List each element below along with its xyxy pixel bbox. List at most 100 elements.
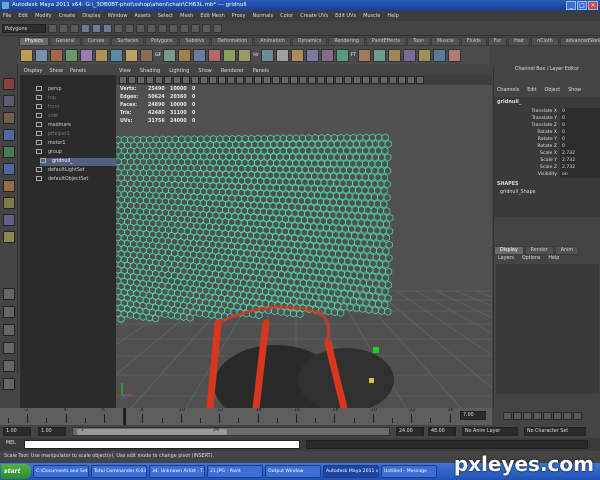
snap-curve-icon[interactable] (125, 23, 134, 33)
viewport-tool-icon[interactable] (308, 76, 316, 84)
close-button[interactable]: × (588, 1, 598, 10)
outliner-menu-show[interactable]: Show (49, 68, 63, 74)
history-icon[interactable] (158, 23, 167, 33)
taskbar-task[interactable]: 34. Unknown Artist - T... (149, 465, 205, 478)
viewport-tool-icon[interactable] (290, 76, 298, 84)
shelf-tab-deformation[interactable]: Deformation (211, 37, 254, 46)
step-forward-key-icon[interactable] (563, 412, 572, 420)
viewport-tool-icon[interactable] (155, 76, 163, 84)
layer-tab-render[interactable]: Render (524, 246, 554, 255)
shelf-tool-icon[interactable] (208, 48, 222, 62)
shelf-tool-icon[interactable] (193, 48, 207, 62)
outliner-item[interactable]: side (36, 113, 58, 121)
viewport-scene[interactable] (116, 85, 492, 408)
shelf-tool-icon[interactable] (447, 48, 461, 62)
viewport-tool-icon[interactable] (218, 76, 226, 84)
shelf-tool-icon[interactable] (35, 48, 48, 62)
play-back-icon[interactable] (533, 412, 542, 420)
shelf-tool-icon[interactable] (65, 48, 78, 62)
shelf-tool-icon[interactable] (125, 48, 138, 62)
input-line-icon[interactable] (213, 23, 222, 33)
outliner-item[interactable]: group (36, 149, 62, 157)
menu-item-file[interactable]: File (3, 13, 11, 19)
outliner-item[interactable]: defaultObjectSet (36, 176, 88, 184)
channel-menu-show[interactable]: Show (568, 88, 581, 93)
paint-select-icon[interactable] (3, 112, 15, 124)
menu-item-muscle[interactable]: Muscle (363, 13, 380, 19)
viewport-tool-icon[interactable] (227, 76, 235, 84)
outliner-item[interactable]: top (36, 95, 56, 103)
viewport-tool-icon[interactable] (389, 76, 397, 84)
menu-item-window[interactable]: Window (108, 13, 128, 19)
shelf-tab-fur[interactable]: Fur (487, 37, 508, 46)
scale-tool-icon[interactable] (3, 163, 15, 175)
viewport-tool-icon[interactable] (209, 76, 217, 84)
shelf-tool-icon[interactable] (402, 48, 416, 62)
new-scene-icon[interactable] (48, 23, 57, 33)
menu-item-display[interactable]: Display (82, 13, 100, 19)
menu-item-color[interactable]: Color (280, 13, 293, 19)
viewport-tool-icon[interactable] (182, 76, 190, 84)
viewport-menu-show[interactable]: Show (198, 68, 212, 74)
outliner-item[interactable]: gridnull_ (40, 158, 116, 166)
anim-layer-dropdown[interactable]: No Anim Layer (462, 427, 518, 436)
select-tool-icon[interactable] (3, 78, 15, 90)
shelf-tool-icon[interactable] (320, 48, 334, 62)
select-object-icon[interactable] (92, 23, 101, 33)
go-to-end-icon[interactable] (573, 412, 582, 420)
taskbar-task[interactable]: Total Commander 6.03... (91, 465, 147, 478)
menu-item-select[interactable]: Select (158, 13, 173, 19)
channel-value[interactable]: 0 (560, 108, 600, 115)
shelf-tool-icon[interactable] (238, 48, 252, 62)
move-tool-icon[interactable] (3, 129, 15, 141)
range-handle[interactable] (77, 429, 227, 435)
viewport-tool-icon[interactable] (254, 76, 262, 84)
shelf-tab-subdivs[interactable]: Subdivs (179, 37, 211, 46)
viewport-tool-icon[interactable] (137, 76, 145, 84)
viewport-tool-icon[interactable] (128, 76, 136, 84)
channel-value[interactable]: 0 (560, 129, 600, 136)
viewport-tool-icon[interactable] (200, 76, 208, 84)
taskbar-task[interactable]: Untitled - Message (381, 465, 437, 478)
menu-item-edit-mesh[interactable]: Edit Mesh (200, 13, 224, 19)
layer-tab-display[interactable]: Display (494, 246, 524, 255)
taskbar-task[interactable]: 21.JPG - Paint (207, 465, 263, 478)
snap-grid-icon[interactable] (114, 23, 123, 33)
shelf-tool-icon[interactable] (20, 48, 33, 62)
shelf-tool-icon[interactable] (387, 48, 401, 62)
channel-menu-channels[interactable]: Channels (497, 88, 519, 93)
persp-outliner-layout-icon[interactable] (3, 324, 15, 336)
channel-value[interactable]: 0 (560, 122, 600, 129)
shelf-tool-icon[interactable] (95, 48, 108, 62)
viewport-tool-icon[interactable] (380, 76, 388, 84)
shelf-tab-fluids[interactable]: Fluids (460, 37, 487, 46)
shelf-tab-rendering[interactable]: Rendering (328, 37, 365, 46)
persp-graph-layout-icon[interactable] (3, 342, 15, 354)
shelf-tab-hair[interactable]: Hair (508, 37, 531, 46)
time-slider[interactable]: 2 4 6 8 10 12 14 16 18 20 22 24 (0, 408, 492, 425)
viewport-tool-icon[interactable] (299, 76, 307, 84)
shelf-tool-icon[interactable] (260, 48, 274, 62)
layer-menu-options[interactable]: Options (522, 256, 541, 261)
channel-value[interactable]: 0 (560, 136, 600, 143)
shelf-tool-icon[interactable] (432, 48, 446, 62)
viewport-menu-shading[interactable]: Shading (140, 68, 160, 74)
taskbar-task[interactable]: Autodesk Maya 2011 x... (323, 465, 379, 478)
current-time-field[interactable]: 7.00 (460, 411, 486, 420)
viewport-tool-icon[interactable] (344, 76, 352, 84)
hypershade-icon[interactable] (202, 23, 211, 33)
viewport-tool-icon[interactable] (263, 76, 271, 84)
current-time-marker[interactable] (123, 408, 127, 425)
menu-item-normals[interactable]: Normals (252, 13, 273, 19)
shelf-tool-icon[interactable] (223, 48, 237, 62)
shelf-tool-icon[interactable] (50, 48, 63, 62)
viewport-menu-view[interactable]: View (119, 68, 131, 74)
channel-value[interactable]: 2.732 (560, 157, 600, 164)
menu-item-modify[interactable]: Modify (35, 13, 52, 19)
channel-value[interactable]: 0 (560, 143, 600, 150)
viewport-tool-icon[interactable] (362, 76, 370, 84)
go-to-start-icon[interactable] (503, 412, 512, 420)
viewport-menu-renderer[interactable]: Renderer (221, 68, 244, 74)
viewport-tool-icon[interactable] (191, 76, 199, 84)
taskbar-task[interactable]: Output Window (265, 465, 321, 478)
